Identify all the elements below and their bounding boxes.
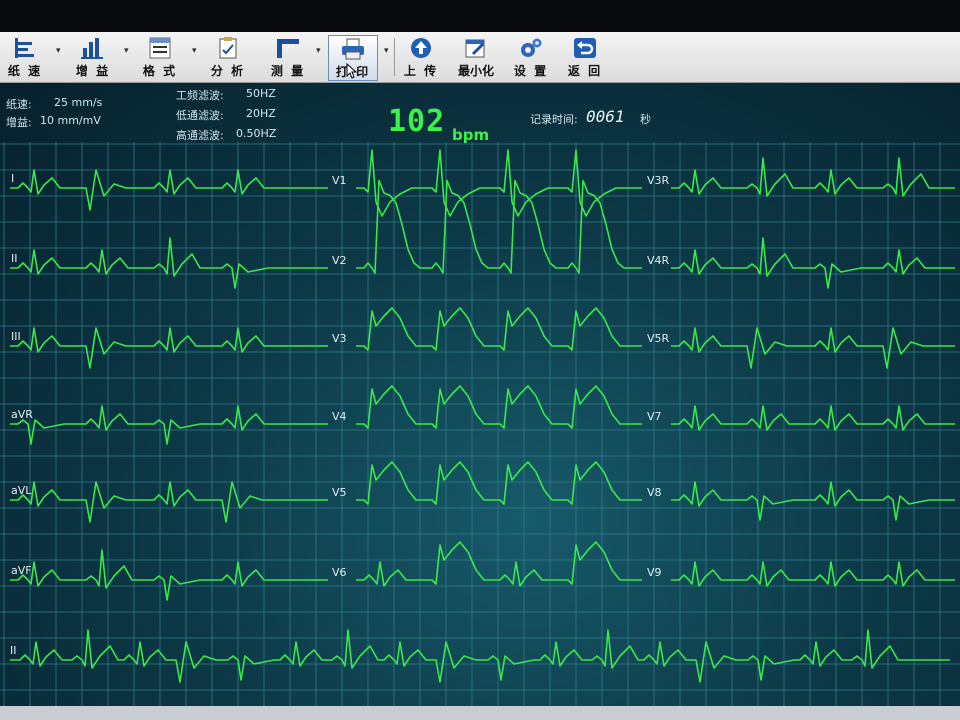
format-dropdown-icon[interactable]: ▾ — [192, 46, 197, 56]
ecg-traces — [10, 149, 955, 683]
lead-label-ii: II — [11, 252, 18, 265]
settings-button[interactable]: 设 置 — [512, 35, 550, 79]
ecg-trace — [671, 405, 955, 431]
lead-label-v6: V6 — [332, 566, 347, 579]
ecg-trace — [10, 237, 328, 289]
lead-label-avl: aVL — [11, 484, 32, 497]
paper-speed-button[interactable]: 纸 速 — [6, 35, 44, 79]
back-label: 返 回 — [567, 64, 603, 78]
ecg-trace — [10, 169, 328, 211]
record-time-unit: 秒 — [640, 113, 651, 126]
measure-dropdown-icon[interactable]: ▾ — [316, 46, 321, 56]
ecg-trace — [356, 307, 642, 351]
lead-label-v8: V8 — [647, 486, 662, 499]
record-time-value: 0061 — [586, 107, 625, 126]
settings-label: 设 置 — [513, 64, 549, 78]
gain-icon — [79, 35, 107, 61]
mouse-cursor-icon — [346, 62, 358, 83]
paper-speed-icon — [11, 35, 39, 61]
upload-label: 上 传 — [403, 64, 439, 78]
toolbar-separator — [394, 38, 395, 76]
lead-label-v7: V7 — [647, 410, 662, 423]
ecg-grid — [0, 142, 960, 708]
format-icon — [146, 35, 174, 61]
ecg-trace — [10, 549, 328, 601]
printer-icon — [339, 36, 367, 62]
lead-label-v5: V5 — [332, 486, 347, 499]
ecg-trace — [10, 327, 328, 369]
lead-label-v9: V9 — [647, 566, 662, 579]
lead-label-v5r: V5R — [647, 332, 670, 345]
lead-label-rhythm-ii: II — [10, 644, 17, 657]
analysis-button[interactable]: 分 析 — [208, 35, 248, 79]
ecg-trace — [671, 237, 955, 289]
ecg-trace — [671, 561, 955, 587]
ecg-trace — [356, 541, 642, 587]
lead-label-iii: III — [11, 330, 21, 343]
lead-label-v4r: V4R — [647, 254, 670, 267]
format-label: 格 式 — [142, 64, 178, 78]
gain-button[interactable]: 增 益 — [74, 35, 112, 79]
minimize-label: 最小化 — [457, 64, 494, 78]
gain-info-label: 增益: — [6, 116, 32, 129]
bottom-status-bar — [0, 706, 960, 720]
gear-icon — [517, 35, 545, 61]
ecg-trace — [356, 385, 642, 429]
gain-label: 增 益 — [75, 64, 111, 78]
paper-speed-label: 纸 速 — [7, 64, 43, 78]
lead-label-v3r: V3R — [647, 174, 670, 187]
lowpass-filter-value: 20HZ — [246, 107, 276, 120]
record-time-label: 记录时间: — [530, 113, 578, 126]
lead-label-v2: V2 — [332, 254, 347, 267]
analysis-label: 分 析 — [210, 64, 246, 78]
lead-label-i: I — [11, 172, 14, 185]
lead-label-v1: V1 — [332, 174, 347, 187]
lead-label-avr: aVR — [11, 408, 33, 421]
measure-icon — [274, 35, 302, 61]
paper-speed-info-value: 25 mm/s — [54, 96, 103, 109]
powerline-filter-label: 工频滤波: — [176, 89, 224, 102]
toolbar: 纸 速 ▾ 增 益 ▾ 格 式 ▾ 分 析 测 量 ▾ 打 印 ▾ 上 传 最小… — [0, 32, 960, 83]
highpass-filter-value: 0.50HZ — [236, 127, 277, 140]
lead-label-avf: aVF — [11, 564, 32, 577]
format-button[interactable]: 格 式 — [140, 35, 180, 79]
minimize-icon — [462, 35, 490, 61]
minimize-button[interactable]: 最小化 — [456, 35, 496, 79]
print-dropdown-icon[interactable]: ▾ — [384, 46, 389, 56]
ecg-trace — [671, 327, 955, 369]
lead-label-v3: V3 — [332, 332, 347, 345]
ecg-trace — [671, 481, 955, 521]
highpass-filter-label: 高通滤波: — [176, 129, 224, 142]
ecg-trace — [671, 157, 955, 197]
upload-button[interactable]: 上 传 — [402, 35, 440, 79]
upload-icon — [407, 35, 435, 61]
ecg-trace — [10, 481, 328, 523]
heart-rate-value: 102 — [388, 104, 446, 139]
ecg-waveform-area: I V1 V3R II V2 V4R III V3 V5R aVR V4 V7 aVL V5 V8 aVF V6… — [0, 142, 960, 708]
paper-speed-dropdown-icon[interactable]: ▾ — [56, 46, 61, 56]
back-button[interactable]: 返 回 — [566, 35, 604, 79]
top-dark-bar — [0, 0, 960, 32]
gain-info-value: 10 mm/mV — [40, 114, 101, 127]
powerline-filter-value: 50HZ — [246, 87, 276, 100]
measure-label: 测 量 — [270, 64, 306, 78]
back-icon — [571, 35, 599, 61]
analysis-icon — [214, 35, 242, 61]
gain-dropdown-icon[interactable]: ▾ — [124, 46, 129, 56]
lowpass-filter-label: 低通滤波: — [176, 109, 224, 122]
lead-label-v4: V4 — [332, 410, 347, 423]
measure-button[interactable]: 测 量 — [268, 35, 308, 79]
ecg-trace — [356, 461, 642, 505]
ecg-trace — [356, 149, 642, 217]
ecg-trace — [10, 405, 328, 445]
paper-speed-info-label: 纸速: — [6, 98, 32, 111]
